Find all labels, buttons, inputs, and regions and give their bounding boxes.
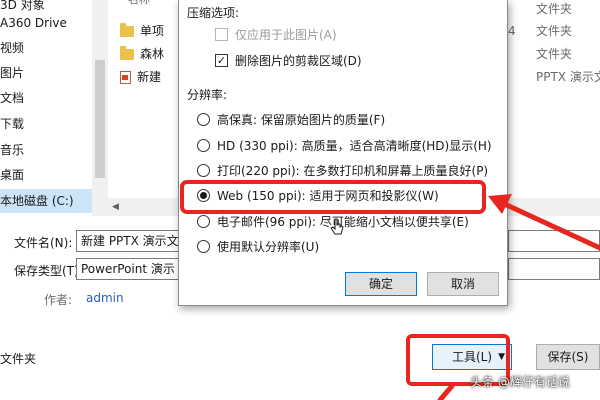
- save-button[interactable]: 保存(S): [536, 344, 600, 370]
- list-item[interactable]: 单项: [120, 20, 164, 42]
- annotation-highlight-web-option: [180, 180, 486, 214]
- filename-input-tail[interactable]: [508, 230, 600, 252]
- filetype-select-tail[interactable]: [508, 258, 600, 280]
- radio-button[interactable]: [197, 139, 210, 152]
- compression-options-title: 压缩选项:: [187, 6, 240, 20]
- watermark-text: 头条 @辉仔有话说: [470, 375, 570, 389]
- compress-pictures-dialog: 压缩选项: 仅应用于此图片(A) ✓ 删除图片的剪裁区域(D) 分辨率: 高保真…: [178, 0, 508, 306]
- file-name: 单项: [140, 24, 165, 38]
- list-item[interactable]: 新建: [120, 66, 161, 88]
- list-item[interactable]: 森林: [120, 43, 164, 65]
- scroll-left-icon[interactable]: ◀: [112, 198, 126, 216]
- filename-input[interactable]: 新建 PPTX 演示文: [76, 230, 180, 252]
- radio-label: 打印(220 ppi): 在多数打印机和屏幕上质量良好(P): [217, 164, 489, 178]
- folder-icon: [120, 46, 134, 60]
- radio-label: HD (330 ppi): 高质量，适合高清晰度(HD)显示(H): [217, 139, 492, 153]
- apply-only-label: 仅应用于此图片(A): [235, 28, 337, 42]
- filetype-select[interactable]: PowerPoint 演示: [76, 258, 180, 280]
- resolution-title: 分辨率:: [187, 88, 228, 102]
- partial-date-cell: 4: [508, 24, 516, 38]
- file-type-cell: 文件夹: [536, 47, 573, 61]
- mouse-cursor-icon: [330, 218, 344, 235]
- file-name: 森林: [140, 47, 165, 61]
- column-header-name[interactable]: 名称: [128, 0, 150, 8]
- nav-scrollbar-thumb[interactable]: [95, 60, 105, 178]
- radio-button[interactable]: [197, 164, 210, 177]
- checkbox-box[interactable]: [215, 28, 228, 41]
- author-value[interactable]: admin: [86, 291, 124, 305]
- filename-label: 文件名(N):: [14, 236, 73, 250]
- file-name: 新建: [137, 70, 162, 84]
- hide-folders-toggle[interactable]: 文件夹: [0, 350, 36, 367]
- radio-label: 高保真: 保留原始图片的质量(F): [217, 113, 386, 127]
- cancel-button[interactable]: 取消: [427, 272, 499, 296]
- folder-icon: [120, 23, 134, 37]
- delete-cropped-label: 删除图片的剪裁区域(D): [235, 54, 362, 68]
- radio-button[interactable]: [197, 215, 210, 228]
- radio-button[interactable]: [197, 240, 210, 253]
- ok-button[interactable]: 确定: [345, 272, 417, 296]
- type-cell-header-row: 文件夹: [536, 2, 573, 16]
- checkmark-icon[interactable]: ✓: [215, 54, 228, 67]
- file-type-cell: PPTX 演示文: [536, 70, 600, 84]
- radio-label: 使用默认分辨率(U): [217, 240, 320, 254]
- author-label: 作者:: [44, 293, 73, 307]
- file-type-cell: 文件夹: [536, 24, 573, 38]
- filetype-label: 保存类型(T):: [14, 264, 83, 278]
- pptx-file-icon: [120, 71, 131, 84]
- radio-button[interactable]: [197, 113, 210, 126]
